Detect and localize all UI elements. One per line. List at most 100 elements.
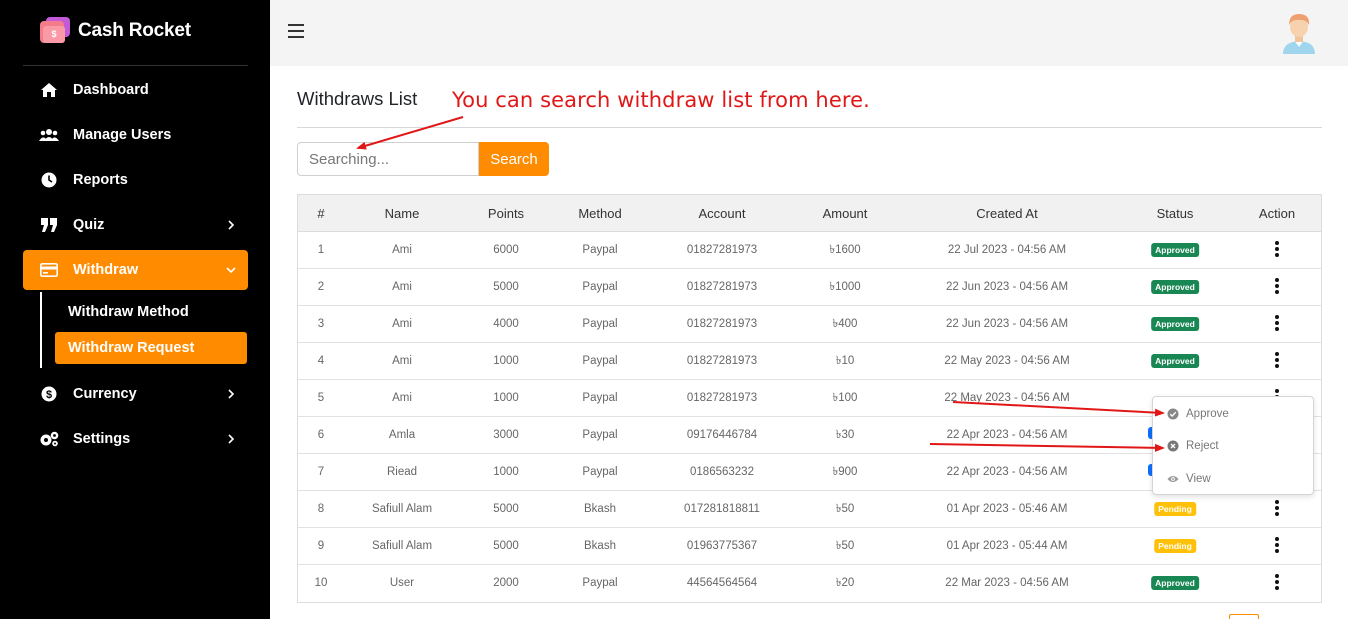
search-input[interactable] [297, 142, 479, 176]
cell-name: Amla [388, 429, 416, 441]
sidebar-item-label: Quiz [73, 217, 105, 233]
column-header: Amount [822, 206, 868, 221]
brand-name: Cash Rocket [78, 20, 191, 41]
cell-created-at: 22 May 2023 - 04:56 AM [944, 355, 1070, 367]
column-header: Method [578, 206, 622, 221]
cell-amount: ৳1600 [829, 244, 861, 256]
cell-amount: ৳100 [832, 392, 858, 404]
menu-item-approve[interactable]: Approve [1153, 398, 1313, 430]
more-vertical-icon[interactable] [1275, 241, 1279, 259]
table-header: # Name Points Method Account Amount Crea… [298, 195, 1321, 232]
search-button[interactable]: Search [479, 142, 549, 176]
cell-amount: ৳1000 [829, 281, 861, 293]
cell-amount: ৳900 [832, 466, 858, 478]
sidebar-item-dashboard[interactable]: Dashboard [23, 70, 248, 110]
page-title: Withdraws List [297, 88, 418, 109]
sidebar-item-settings[interactable]: Settings [23, 419, 248, 459]
credit-card-icon [39, 260, 59, 280]
quote-icon [39, 215, 59, 235]
cell-created-at: 22 Apr 2023 - 04:56 AM [946, 466, 1068, 478]
cell-status: Pending [1154, 491, 1196, 527]
cell-method: Bkash [584, 503, 616, 515]
sidebar-item-manage-users[interactable]: Manage Users [23, 115, 248, 155]
column-header: Action [1258, 206, 1296, 221]
sidebar-item-reports[interactable]: Reports [23, 160, 248, 200]
svg-text:$: $ [46, 389, 52, 401]
cell-account: 01963775367 [686, 540, 758, 552]
more-vertical-icon[interactable] [1275, 352, 1279, 370]
sidebar-item-quiz[interactable]: Quiz [23, 205, 248, 245]
cell-created-at: 01 Apr 2023 - 05:44 AM [946, 540, 1068, 552]
menu-item-reject[interactable]: Reject [1153, 430, 1313, 462]
sidebar-item-label: Withdraw [73, 262, 139, 278]
cell-amount: ৳50 [835, 503, 855, 515]
user-avatar-icon[interactable] [1279, 10, 1319, 56]
sidebar-subitem-withdraw-request[interactable]: Withdraw Request [55, 332, 247, 364]
sidebar-subitem-withdraw-method[interactable]: Withdraw Method [55, 296, 247, 328]
column-header: Name [384, 206, 420, 221]
cell-number: 10 [314, 577, 328, 589]
menu-item-view[interactable]: View [1153, 463, 1313, 495]
cell-name: Ami [392, 355, 412, 367]
cell-account: 01827281973 [686, 392, 758, 404]
status-badge: Approved [1151, 575, 1199, 590]
column-header: # [317, 206, 325, 221]
cell-account: 01827281973 [686, 244, 758, 256]
cell-name: Riead [386, 466, 418, 478]
cell-number: 3 [317, 318, 325, 330]
cell-created-at: 22 Jun 2023 - 04:56 AM [945, 281, 1069, 293]
more-vertical-icon[interactable] [1275, 574, 1279, 592]
status-badge: Approved [1151, 242, 1199, 257]
more-vertical-icon[interactable] [1275, 500, 1279, 518]
cell-points: 3000 [493, 429, 519, 441]
check-circle-icon [1167, 408, 1179, 420]
cell-status: Approved [1151, 232, 1199, 268]
cell-points: 5000 [493, 503, 519, 515]
cell-number: 1 [317, 244, 325, 256]
cell-points: 4000 [493, 318, 519, 330]
cell-amount: ৳400 [832, 318, 858, 330]
cell-account: 44564564564 [686, 577, 758, 589]
brand[interactable]: $ Cash Rocket [40, 14, 191, 48]
column-header: Status [1156, 206, 1194, 221]
table-row: 8 Safiull Alam 5000 Bkash 017281818811 ৳50 01 … [298, 491, 1321, 528]
sidebar-item-withdraw[interactable]: Withdraw [23, 250, 248, 290]
cell-created-at: 22 Jul 2023 - 04:56 AM [947, 244, 1067, 256]
cell-method: Paypal [582, 318, 618, 330]
menu-item-label: Reject [1186, 440, 1219, 452]
cell-amount: ৳20 [835, 577, 855, 589]
sidebar: $ Cash Rocket Dashboard Manage Users Rep… [0, 0, 270, 619]
chevron-right-icon [228, 434, 235, 444]
sidebar-item-label: Dashboard [73, 82, 149, 98]
cell-created-at: 01 Apr 2023 - 05:46 AM [946, 503, 1068, 515]
column-header: Points [487, 206, 525, 221]
cell-method: Paypal [582, 466, 618, 478]
cell-account: 017281818811 [684, 503, 760, 515]
table-row: 4 Ami 1000 Paypal 01827281973 ৳10 22 May 2023 … [298, 343, 1321, 380]
cell-points: 5000 [493, 540, 519, 552]
divider [297, 127, 1322, 128]
cell-method: Paypal [582, 392, 618, 404]
more-vertical-icon[interactable] [1275, 537, 1279, 555]
menu-item-label: View [1186, 473, 1211, 485]
cell-amount: ৳30 [835, 429, 855, 441]
status-badge: Approved [1151, 353, 1199, 368]
cell-amount: ৳10 [835, 355, 855, 367]
hamburger-icon[interactable] [288, 24, 304, 38]
more-vertical-icon[interactable] [1275, 278, 1279, 296]
cell-points: 1000 [493, 466, 519, 478]
pagination-item[interactable] [1229, 614, 1259, 619]
cell-method: Paypal [582, 281, 618, 293]
cell-created-at: 22 Jun 2023 - 04:56 AM [945, 318, 1069, 330]
table-row: 3 Ami 4000 Paypal 01827281973 ৳400 22 Jun 2023… [298, 306, 1321, 343]
cell-method: Paypal [582, 429, 618, 441]
column-header: Created At [976, 206, 1038, 221]
more-vertical-icon[interactable] [1275, 315, 1279, 333]
submenu-line [40, 292, 42, 368]
dollar-circle-icon: $ [39, 384, 59, 404]
top-bar [270, 0, 1348, 66]
divider [23, 65, 248, 66]
cell-number: 8 [317, 503, 325, 515]
sidebar-item-currency[interactable]: $ Currency [23, 374, 248, 414]
gears-icon [39, 429, 59, 449]
